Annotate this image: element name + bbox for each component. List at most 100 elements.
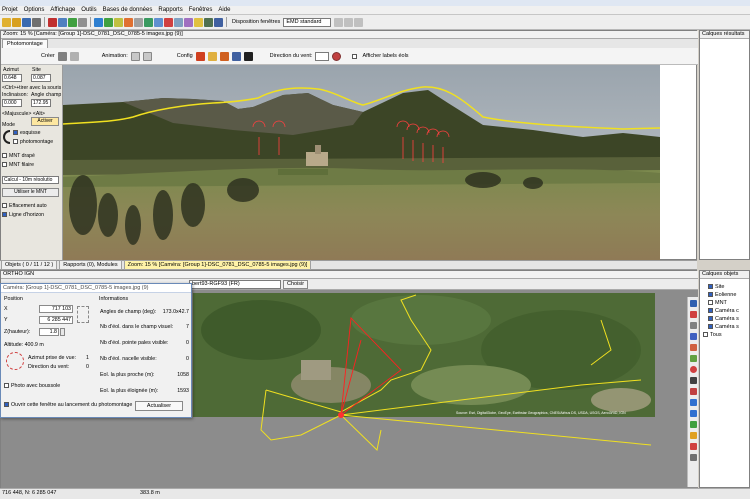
layer-tool-icon[interactable] (690, 432, 697, 439)
menu-options[interactable]: Options (24, 7, 45, 13)
inclinaison-input[interactable]: 0.000 (2, 99, 22, 107)
move-camera-icon[interactable] (77, 306, 89, 323)
turbine-tool-icon[interactable] (690, 311, 697, 318)
info-value-blade-tips: 0 (186, 340, 189, 346)
menu-aide[interactable]: Aide (218, 7, 230, 13)
save-icon[interactable] (22, 17, 31, 27)
layer-item-tous[interactable]: Tous (703, 332, 722, 338)
layout-select[interactable]: EMD standard (283, 17, 332, 27)
layer-item-camera-s1[interactable]: Caméra s (708, 316, 739, 322)
mnt-filaire-option[interactable]: MNT filaire (2, 162, 34, 168)
tab-photomontage[interactable]: Photomontage (2, 39, 48, 48)
circle-tool-icon[interactable] (690, 366, 697, 373)
auto-erase-checkbox[interactable]: Effacement auto (2, 203, 47, 209)
info-value-nearest: 1058 (177, 372, 189, 378)
menu-bases-de-donnees[interactable]: Bases de données (103, 7, 153, 13)
layers-icon[interactable] (114, 17, 123, 27)
photomontage-toolbar: Créer Animation: Config Direction du ven… (1, 48, 698, 65)
tab-photomontage-zoom[interactable]: Zoom: 15 % [Caméra: [Group 1]-DSC_0781_D… (123, 260, 312, 270)
z-input[interactable]: 1.8 (39, 328, 59, 336)
polygon-tool-icon[interactable] (690, 355, 697, 362)
menu-rapports[interactable]: Rapports (158, 7, 182, 13)
wind-compass-icon[interactable] (332, 51, 342, 61)
angle-champ-input[interactable]: 172.95 (31, 99, 51, 107)
noise-icon[interactable] (214, 17, 223, 27)
use-mnt-button[interactable]: Utiliser le MNT (2, 188, 59, 197)
panorama-photo[interactable] (63, 65, 660, 260)
mode-sketch-option[interactable]: esquisse (13, 130, 40, 136)
crs-select[interactable]: bert93-RGF93 (FR) (189, 280, 281, 289)
terrain-icon[interactable] (144, 17, 153, 27)
horizon-line-checkbox[interactable]: Ligne d'horizon (2, 212, 44, 218)
layer-item-site[interactable]: Site (708, 284, 724, 290)
mode-photo-option[interactable]: photomontage (13, 139, 53, 145)
labels-checkbox[interactable] (352, 53, 358, 59)
globe-icon[interactable] (94, 17, 103, 27)
mnt-drape-option[interactable]: MNT drapé (2, 153, 35, 159)
z-spinner[interactable] (60, 328, 65, 336)
report-icon[interactable] (184, 17, 193, 27)
menu-outils[interactable]: Outils (81, 7, 96, 13)
layer-item-mnt[interactable]: MNT (708, 300, 727, 306)
tab-reports[interactable]: Rapports (0), Modules (59, 260, 122, 270)
text-tool-icon[interactable] (690, 377, 697, 384)
zoom-in-icon[interactable] (690, 399, 697, 406)
play-animation-icon[interactable] (130, 51, 140, 61)
config-blade-icon[interactable] (231, 51, 241, 61)
undo-icon[interactable] (78, 17, 87, 27)
chart-icon[interactable] (174, 17, 183, 27)
marker-tool-icon[interactable] (690, 388, 697, 395)
calcul-select[interactable]: Calcul - 10m résolutio (2, 176, 59, 184)
copy-icon[interactable] (58, 17, 67, 27)
choose-crs-button[interactable]: Choisir (283, 280, 309, 289)
config-dark-icon[interactable] (243, 51, 253, 61)
wind-direction-select[interactable] (315, 51, 330, 61)
grid-icon[interactable] (134, 17, 143, 27)
azimut-input[interactable]: 0.648 (2, 74, 22, 82)
layer-item-eolienne[interactable]: Eolienne (708, 292, 736, 298)
y-input[interactable]: 6 285 447 (39, 316, 73, 324)
select-tool-icon[interactable] (690, 300, 697, 307)
camera-icon[interactable] (154, 17, 163, 27)
stop-animation-icon[interactable] (142, 51, 152, 61)
delete-tool-icon[interactable] (690, 443, 697, 450)
compass-icon[interactable] (6, 352, 24, 370)
tab-objects[interactable]: Objets ( 0 / 11 / 12 ) (1, 260, 58, 270)
map-icon[interactable] (104, 17, 113, 27)
new-project-icon[interactable] (2, 17, 11, 27)
site-input[interactable]: 0.087 (31, 74, 51, 82)
open-folder-icon[interactable] (12, 17, 21, 27)
layout-save-icon[interactable] (344, 17, 354, 27)
create-tool-icon[interactable] (69, 51, 79, 61)
menu-projet[interactable]: Projet (2, 7, 18, 13)
layer-item-camera-c[interactable]: Caméra c (708, 308, 739, 314)
x-input[interactable]: 717 103 (39, 305, 73, 313)
layout-reset-icon[interactable] (354, 17, 364, 27)
turbine-icon[interactable] (124, 17, 133, 27)
config-sun-icon[interactable] (207, 51, 217, 61)
menu-fenetres[interactable]: Fenêtres (189, 7, 213, 13)
measure-tool-icon[interactable] (690, 322, 697, 329)
activate-button[interactable]: Activer (31, 117, 59, 126)
zvi-icon[interactable] (204, 17, 213, 27)
compass-photo-checkbox[interactable]: Photo avec boussole (4, 383, 60, 389)
line-tool-icon[interactable] (690, 344, 697, 351)
sun-icon[interactable] (194, 17, 203, 27)
layer-item-camera-s2[interactable]: Caméra s (708, 324, 739, 330)
settings-tool-icon[interactable] (690, 454, 697, 461)
cut-icon[interactable] (48, 17, 57, 27)
layout-settings-icon[interactable] (334, 17, 344, 27)
photomontage-icon[interactable] (164, 17, 173, 27)
update-button[interactable]: Actualiser (135, 401, 183, 411)
create-dropdown-icon[interactable] (57, 51, 67, 61)
config-turbine-icon[interactable] (195, 51, 205, 61)
print-icon[interactable] (32, 17, 41, 27)
zoom-out-icon[interactable] (690, 410, 697, 417)
menu-affichage[interactable]: Affichage (50, 7, 75, 13)
config-color-icon[interactable] (219, 51, 229, 61)
pan-tool-icon[interactable] (690, 421, 697, 428)
camera-tool-icon[interactable] (690, 333, 697, 340)
paste-icon[interactable] (68, 17, 77, 27)
main-toolbar: Disposition fenêtres EMD standard (0, 15, 750, 30)
open-on-startup-checkbox[interactable]: Ouvrir cette fenêtre au lancement du pho… (4, 402, 132, 408)
